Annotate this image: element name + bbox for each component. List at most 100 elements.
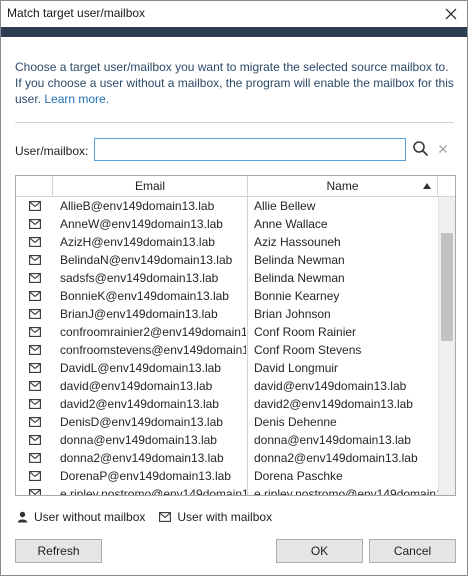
mailbox-icon: [16, 449, 53, 467]
email-cell: BelindaN@env149domain13.lab: [60, 253, 233, 267]
scrollbar-thumb[interactable]: [441, 233, 453, 341]
table-row[interactable]: BelindaN@env149domain13.lab Belinda Newma…: [16, 251, 438, 269]
email-cell: DorenaP@env149domain13.lab: [60, 469, 231, 483]
divider: [15, 122, 454, 123]
table-row[interactable]: e.ripley.nostromo@env149domain13.lab e.ri…: [16, 485, 438, 496]
table-row[interactable]: donna@env149domain13.lab donna@env149doma…: [16, 431, 438, 449]
grid-header: Email Name: [16, 176, 455, 197]
header-accent-bar: [1, 27, 467, 37]
email-column-header[interactable]: Email: [53, 176, 248, 197]
table-row[interactable]: sadsfs@env149domain13.lab Belinda Newman: [16, 269, 438, 287]
table-row[interactable]: donna2@env149domain13.lab donna2@env149do…: [16, 449, 438, 467]
dialog-title: Match target user/mailbox: [7, 6, 146, 20]
email-cell: confroomrainier2@env149domain13.lab: [60, 325, 246, 339]
name-cell: David Longmuir: [254, 361, 339, 375]
name-cell: Anne Wallace: [254, 217, 328, 231]
mailbox-icon: [16, 287, 53, 305]
table-row[interactable]: david@env149domain13.lab david@env149doma…: [16, 377, 438, 395]
search-icon: [413, 141, 429, 157]
mailbox-icon: [16, 305, 53, 323]
email-cell: sadsfs@env149domain13.lab: [60, 271, 219, 285]
table-row[interactable]: DenisD@env149domain13.lab Denis Dehenne: [16, 413, 438, 431]
email-cell: donna2@env149domain13.lab: [60, 451, 224, 465]
mailbox-icon: [16, 197, 53, 215]
name-cell: Belinda Newman: [254, 253, 345, 267]
clear-search-button[interactable]: [436, 142, 450, 156]
name-cell: e.ripley.nostromo@env149domain13.lab: [254, 487, 438, 496]
legend-user-with-mailbox: User with mailbox: [159, 510, 272, 524]
legend-user-without-mailbox: User without mailbox: [17, 510, 145, 524]
grid-rows: AllieB@env149domain13.lab Allie Bellew Ann…: [16, 197, 438, 496]
name-cell: david@env149domain13.lab: [254, 379, 407, 393]
ok-button[interactable]: OK: [276, 539, 363, 563]
search-label: User/mailbox:: [15, 144, 89, 158]
name-cell: david2@env149domain13.lab: [254, 397, 413, 411]
mailbox-icon: [16, 359, 53, 377]
name-cell: Aziz Hassouneh: [254, 235, 341, 249]
table-row[interactable]: AllieB@env149domain13.lab Allie Bellew: [16, 197, 438, 215]
name-cell: donna2@env149domain13.lab: [254, 451, 418, 465]
table-row[interactable]: BonnieK@env149domain13.lab Bonnie Kearney: [16, 287, 438, 305]
email-cell: AzizH@env149domain13.lab: [60, 235, 215, 249]
name-cell: Belinda Newman: [254, 271, 345, 285]
mailbox-icon: [16, 251, 53, 269]
refresh-button[interactable]: Refresh: [15, 539, 102, 563]
search-input[interactable]: [94, 138, 406, 161]
table-row[interactable]: AzizH@env149domain13.lab Aziz Hassouneh: [16, 233, 438, 251]
mailbox-icon: [16, 341, 53, 359]
name-cell: Conf Room Stevens: [254, 343, 362, 357]
email-cell: BrianJ@env149domain13.lab: [60, 307, 218, 321]
table-row[interactable]: david2@env149domain13.lab david2@env149do…: [16, 395, 438, 413]
instruction-text: Choose a target user/mailbox you want to…: [15, 59, 455, 107]
table-row[interactable]: DorenaP@env149domain13.lab Dorena Paschke: [16, 467, 438, 485]
email-cell: BonnieK@env149domain13.lab: [60, 289, 229, 303]
mailbox-icon: [16, 485, 53, 495]
email-cell: donna@env149domain13.lab: [60, 433, 217, 447]
table-row[interactable]: confroomstevens@env149domain13.lab Conf R…: [16, 341, 438, 359]
table-row[interactable]: BrianJ@env149domain13.lab Brian Johnson: [16, 305, 438, 323]
legend: User without mailbox User with mailbox: [17, 509, 286, 525]
name-cell: donna@env149domain13.lab: [254, 433, 411, 447]
mailbox-icon: [16, 233, 53, 251]
name-cell: Dorena Paschke: [254, 469, 343, 483]
mailbox-icon: [159, 512, 172, 522]
dialog-window: Match target user/mailbox Choose a targe…: [0, 0, 468, 576]
email-cell: david@env149domain13.lab: [60, 379, 213, 393]
learn-more-link[interactable]: Learn more.: [44, 92, 109, 106]
name-column-header[interactable]: Name: [248, 176, 438, 197]
users-grid: Email Name AllieB@env149domain13.lab Alli…: [15, 175, 456, 496]
name-cell: Bonnie Kearney: [254, 289, 340, 303]
mailbox-icon: [16, 215, 53, 233]
icon-column-header[interactable]: [16, 176, 53, 197]
search-button[interactable]: [412, 140, 430, 158]
email-cell: DenisD@env149domain13.lab: [60, 415, 223, 429]
email-cell: AllieB@env149domain13.lab: [60, 199, 215, 213]
close-button[interactable]: [439, 3, 463, 25]
email-cell: confroomstevens@env149domain13.lab: [60, 343, 246, 357]
email-cell: e.ripley.nostromo@env149domain13.lab: [60, 487, 246, 496]
name-cell: Conf Room Rainier: [254, 325, 357, 339]
email-cell: DavidL@env149domain13.lab: [60, 361, 221, 375]
table-row[interactable]: confroomrainier2@env149domain13.lab Conf …: [16, 323, 438, 341]
table-row[interactable]: DavidL@env149domain13.lab David Longmuir: [16, 359, 438, 377]
mailbox-icon: [16, 395, 53, 413]
email-cell: david2@env149domain13.lab: [60, 397, 219, 411]
name-cell: Allie Bellew: [254, 199, 316, 213]
clear-icon: [439, 145, 447, 153]
close-icon: [445, 8, 457, 20]
table-row[interactable]: AnneW@env149domain13.lab Anne Wallace: [16, 215, 438, 233]
mailbox-icon: [16, 467, 53, 485]
mailbox-icon: [16, 377, 53, 395]
cancel-button[interactable]: Cancel: [369, 539, 456, 563]
legend-without-label: User without mailbox: [34, 510, 146, 524]
title-bar: Match target user/mailbox: [1, 1, 467, 27]
user-icon: [17, 511, 28, 523]
name-cell: Brian Johnson: [254, 307, 331, 321]
mailbox-icon: [16, 269, 53, 287]
vertical-scrollbar[interactable]: [438, 197, 455, 495]
mailbox-icon: [16, 323, 53, 341]
sort-ascending-icon: [423, 183, 431, 189]
legend-with-label: User with mailbox: [177, 510, 273, 524]
mailbox-icon: [16, 413, 53, 431]
column-separator: [247, 197, 248, 495]
